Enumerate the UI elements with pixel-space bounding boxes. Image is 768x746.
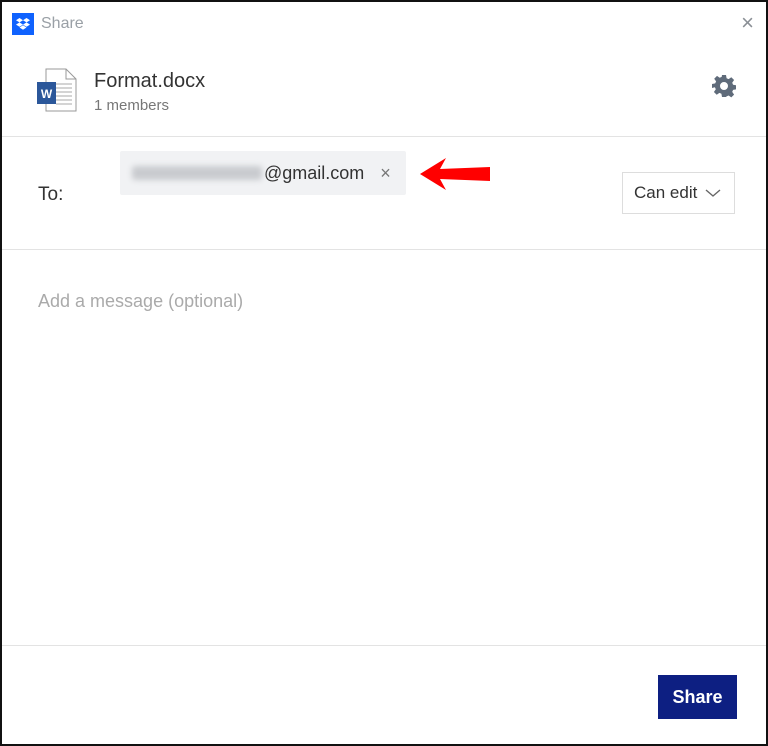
word-doc-icon: W: [37, 68, 77, 112]
permission-dropdown[interactable]: Can edit: [622, 172, 735, 214]
permission-selected: Can edit: [634, 183, 698, 202]
divider: [2, 249, 766, 250]
annotation-arrow-icon: [420, 158, 490, 190]
file-header: W Format.docx 1 members: [36, 68, 205, 114]
svg-text:W: W: [41, 87, 53, 101]
dropbox-logo-icon: [12, 13, 34, 35]
gear-icon[interactable]: [712, 74, 737, 103]
to-label: To:: [38, 184, 64, 205]
divider: [2, 136, 766, 137]
message-input[interactable]: Add a message (optional): [38, 291, 243, 312]
recipient-email-domain: @gmail.com: [264, 162, 365, 183]
remove-recipient-icon[interactable]: ×: [380, 163, 391, 184]
title-bar: Share: [12, 13, 84, 35]
close-icon[interactable]: ×: [741, 10, 754, 36]
redacted-email-username: [132, 166, 262, 180]
member-count: 1 members: [94, 97, 170, 114]
share-button[interactable]: Share: [658, 675, 737, 719]
chevron-down-icon: [705, 189, 721, 197]
divider: [2, 645, 766, 646]
recipient-chip[interactable]: @gmail.com ×: [120, 151, 406, 195]
share-dialog: Share × W Format.docx 1 members To: @gma…: [0, 0, 768, 746]
window-title: Share: [41, 15, 84, 32]
file-name: Format.docx: [94, 70, 206, 92]
